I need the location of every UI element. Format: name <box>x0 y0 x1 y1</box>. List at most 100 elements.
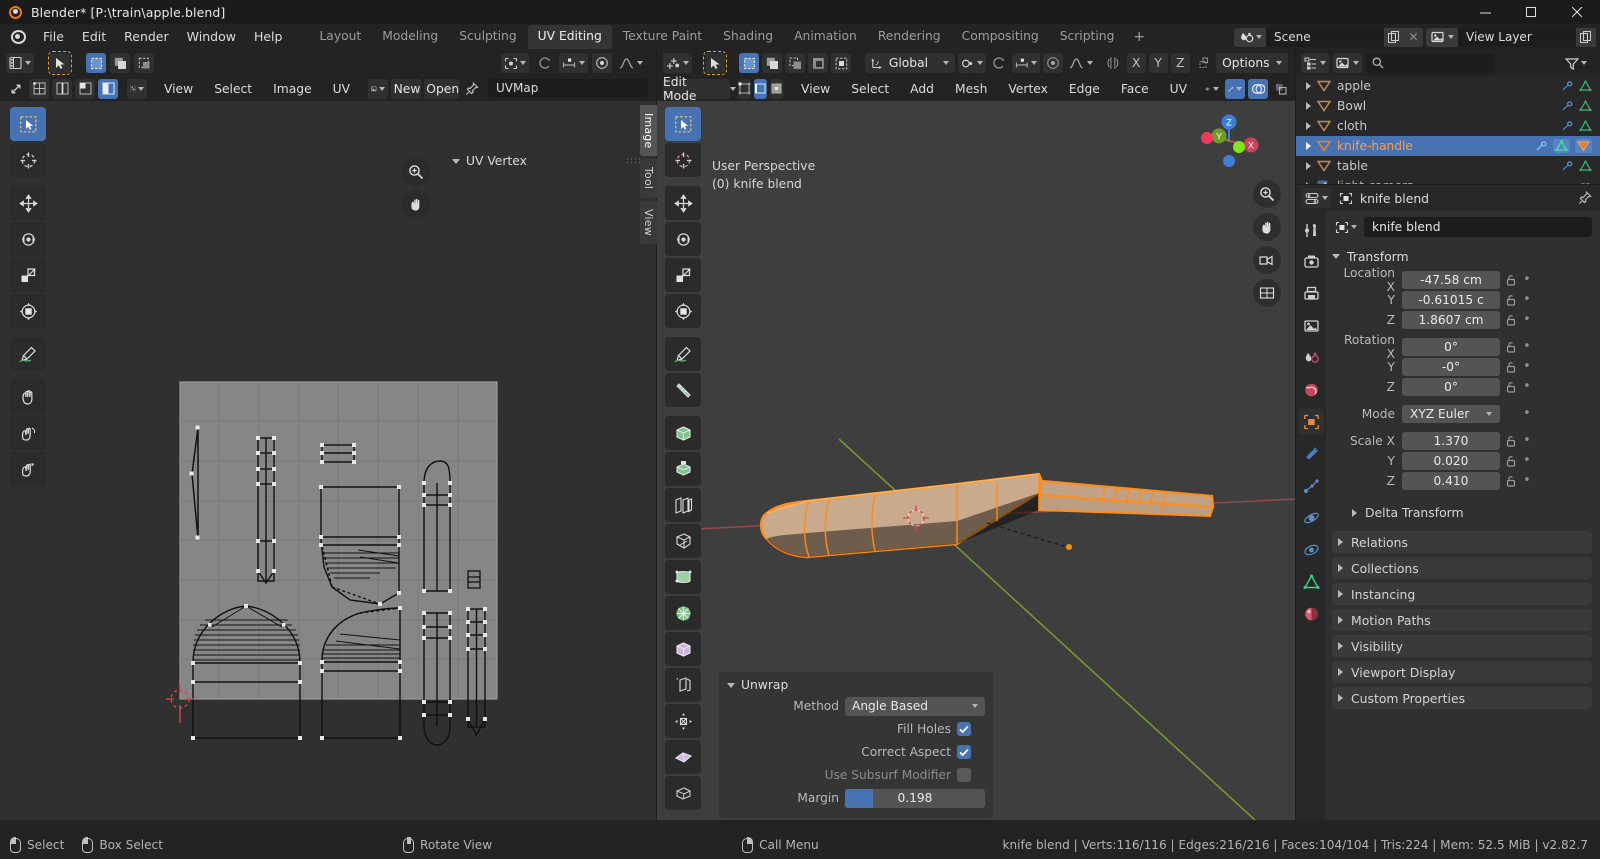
uv-side-tab-tool[interactable]: Tool <box>640 159 657 198</box>
object-name-field[interactable]: knife blend <box>1364 217 1592 237</box>
scale-x-field[interactable]: 1.370 <box>1402 431 1500 450</box>
view-layer-selector[interactable]: View Layer <box>1426 27 1596 47</box>
outliner-row-knife-handle[interactable]: knife-handle <box>1296 136 1600 156</box>
vp-tool-annotate[interactable] <box>665 337 701 371</box>
remove-scene-button[interactable]: ✕ <box>1404 27 1423 47</box>
rotation-x-lock-icon[interactable] <box>1500 341 1522 353</box>
viewport-select-subtract-button[interactable] <box>785 53 806 73</box>
uv-menu-uv[interactable]: UV <box>324 80 359 98</box>
properties-tab-world[interactable] <box>1298 377 1324 403</box>
vp-tool-loop-cut[interactable] <box>665 560 701 594</box>
viewport-select-intersect-button[interactable] <box>831 53 852 73</box>
vp-tool-rotate[interactable] <box>665 222 701 256</box>
vp-tool-inset-faces[interactable] <box>665 488 701 522</box>
view-layer-name[interactable]: View Layer <box>1458 27 1576 47</box>
viewport-menu-uv[interactable]: UV <box>1161 80 1196 98</box>
section-collections[interactable]: Collections <box>1332 557 1592 579</box>
uv-select-edge-button[interactable] <box>52 78 72 99</box>
vp-tool-measure[interactable] <box>665 373 701 407</box>
vp-tool-bevel[interactable] <box>665 524 701 558</box>
menu-render[interactable]: Render <box>115 26 178 48</box>
uv-select-extend-button[interactable] <box>110 53 130 73</box>
workspace-tab-modeling[interactable]: Modeling <box>372 25 448 49</box>
properties-tab-output[interactable] <box>1298 281 1324 307</box>
viewport-menu-add[interactable]: Add <box>901 80 943 98</box>
chevron-right-icon[interactable] <box>1306 142 1311 150</box>
viewport-select-set-button[interactable] <box>739 53 760 73</box>
viewport-snap-magnet-button[interactable] <box>989 53 1009 73</box>
rotation-y-animate-dot[interactable]: • <box>1522 359 1532 374</box>
outliner-row-cloth[interactable]: cloth <box>1296 116 1600 136</box>
scale-z-lock-icon[interactable] <box>1500 475 1522 487</box>
viewport-falloff-button[interactable] <box>1066 53 1096 73</box>
location-y-field[interactable]: -0.61015 c <box>1402 290 1500 309</box>
chevron-right-icon[interactable] <box>1306 102 1311 110</box>
vp-tool-shrink-fatten[interactable] <box>665 776 701 810</box>
uv-select-set-button[interactable] <box>86 53 106 73</box>
workspace-tab-rendering[interactable]: Rendering <box>868 25 951 49</box>
viewport-menu-view[interactable]: View <box>792 80 839 98</box>
uv-tool-relax[interactable] <box>10 416 46 450</box>
section-instancing[interactable]: Instancing <box>1332 583 1592 605</box>
properties-tab-view-layer[interactable] <box>1298 313 1324 339</box>
unwrap-method-dropdown[interactable]: Angle Based <box>845 696 985 716</box>
blender-menu-icon[interactable] <box>8 26 30 48</box>
topology-mirror-icon[interactable] <box>1193 53 1213 73</box>
rotation-y-lock-icon[interactable] <box>1500 361 1522 373</box>
outliner-tree[interactable]: apple Bowl cloth knife-handle table <box>1296 76 1600 184</box>
rotation-mode-animate-dot[interactable]: • <box>1522 406 1532 421</box>
section-visibility[interactable]: Visibility <box>1332 635 1592 657</box>
viewport-menu-face[interactable]: Face <box>1112 80 1158 98</box>
viewport-editor-type-icon[interactable] <box>663 53 692 73</box>
properties-tab-particles[interactable] <box>1298 473 1324 499</box>
add-workspace-button[interactable]: + <box>1125 27 1153 47</box>
chevron-right-icon[interactable] <box>1306 122 1311 130</box>
properties-body[interactable]: knife blend Transform Location X -47.58 … <box>1326 211 1600 820</box>
properties-tab-render[interactable] <box>1298 249 1324 275</box>
section-viewport-display[interactable]: Viewport Display <box>1332 661 1592 683</box>
uv-tweak-tool-button[interactable] <box>48 51 72 75</box>
workspace-tab-layout[interactable]: Layout <box>309 25 371 49</box>
uv-menu-select[interactable]: Select <box>205 80 261 98</box>
mesh-select-mode-face[interactable] <box>770 78 784 99</box>
uv-new-image-button[interactable]: New <box>390 78 422 99</box>
transform-orientation-dropdown[interactable]: Global <box>865 53 956 73</box>
workspace-tab-shading[interactable]: Shading <box>713 25 783 49</box>
vp-tool-transform[interactable] <box>665 294 701 328</box>
workspace-tab-animation[interactable]: Animation <box>784 25 867 49</box>
rotation-z-field[interactable]: 0° <box>1402 377 1500 396</box>
viewport-proportional-edit-button[interactable] <box>1043 53 1064 73</box>
unwrap-panel-header[interactable]: Unwrap <box>727 678 985 692</box>
scene-selector[interactable]: Scene ✕ <box>1234 27 1423 47</box>
scene-name[interactable]: Scene <box>1266 27 1384 47</box>
scene-icon[interactable] <box>1234 27 1266 47</box>
section-relations[interactable]: Relations <box>1332 531 1592 553</box>
viewport-visibility-icon[interactable] <box>1202 79 1222 99</box>
vp-tool-spin[interactable] <box>665 668 701 702</box>
location-x-animate-dot[interactable]: • <box>1522 272 1532 287</box>
properties-editor-type-icon[interactable] <box>1302 188 1331 208</box>
properties-tab-scene[interactable] <box>1298 345 1324 371</box>
outliner-row-bowl[interactable]: Bowl <box>1296 96 1600 116</box>
viewport-menu-edge[interactable]: Edge <box>1060 80 1109 98</box>
location-y-lock-icon[interactable] <box>1500 294 1522 306</box>
workspace-tab-texture-paint[interactable]: Texture Paint <box>613 25 712 49</box>
uv-select-vertex-button[interactable] <box>29 78 49 99</box>
uv-zoom-gizmo[interactable] <box>402 158 430 186</box>
workspace-tab-uv-editing[interactable]: UV Editing <box>527 25 612 49</box>
viewport-menu-mesh[interactable]: Mesh <box>946 80 996 98</box>
chevron-right-icon[interactable] <box>1306 162 1311 170</box>
outliner-search-input[interactable] <box>1366 53 1494 73</box>
uv-sticky-selection-button[interactable] <box>127 78 148 99</box>
workspace-tab-compositing[interactable]: Compositing <box>952 25 1049 49</box>
new-scene-button[interactable] <box>1384 27 1404 47</box>
properties-tab-physics[interactable] <box>1298 505 1324 531</box>
outliner-editor-type-icon[interactable] <box>1301 53 1329 73</box>
rotation-z-animate-dot[interactable]: • <box>1522 379 1532 394</box>
unwrap-use-subsurf-checkbox[interactable] <box>957 768 971 782</box>
uv-snap-button[interactable] <box>559 53 588 73</box>
vp-tool-smooth[interactable] <box>665 704 701 738</box>
uv-tool-transform[interactable] <box>10 294 46 328</box>
transform-section-header[interactable]: Transform <box>1332 245 1592 267</box>
menu-edit[interactable]: Edit <box>73 26 115 48</box>
